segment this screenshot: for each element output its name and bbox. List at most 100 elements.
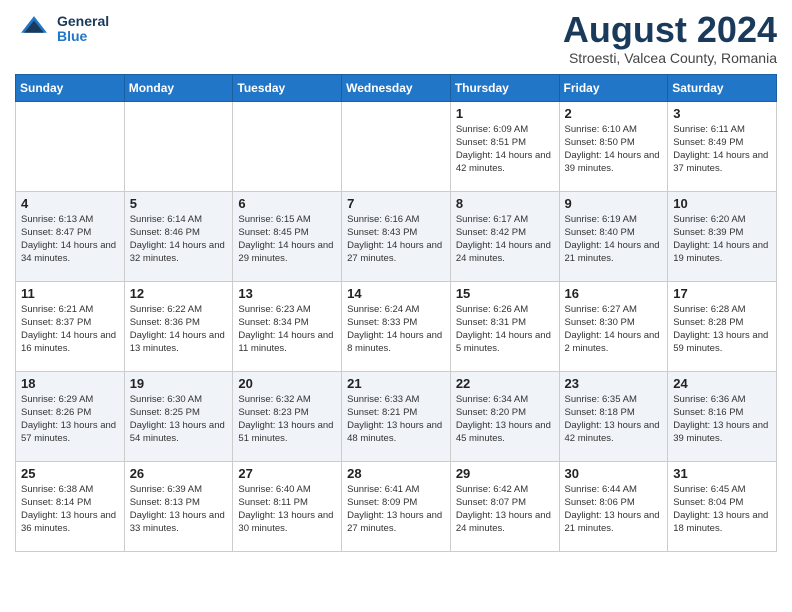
calendar-day-cell: 11Sunrise: 6:21 AM Sunset: 8:37 PM Dayli…	[16, 281, 125, 371]
calendar-day-cell: 27 Sunrise: 6:40 AM Sunset: 8:11 PM Dayli…	[233, 461, 342, 551]
day-info: Sunrise: 6:20 AM Sunset: 8:39 PM Dayligh…	[673, 213, 771, 266]
calendar-day-cell: 13 Sunrise: 6:23 AM Sunset: 8:34 PM Dayli…	[233, 281, 342, 371]
calendar-day-cell	[16, 101, 125, 191]
calendar-day-cell: 7 Sunrise: 6:16 AM Sunset: 8:43 PM Daylig…	[342, 191, 451, 281]
day-number: 5	[130, 196, 228, 211]
day-number: 28	[347, 466, 445, 481]
title-block: August 2024 Stroesti, Valcea County, Rom…	[563, 10, 777, 66]
day-number: 19	[130, 376, 228, 391]
day-number: 20	[238, 376, 336, 391]
logo-blue-text: Blue	[57, 29, 109, 44]
day-info: Sunrise: 6:45 AM Sunset: 8:04 PM Dayligh…	[673, 483, 771, 536]
calendar-table: SundayMondayTuesdayWednesdayThursdayFrid…	[15, 74, 777, 552]
day-info: Sunrise: 6:33 AM Sunset: 8:21 PM Dayligh…	[347, 393, 445, 446]
day-info: Sunrise: 6:27 AM Sunset: 8:30 PM Dayligh…	[565, 303, 663, 356]
calendar-day-cell: 22 Sunrise: 6:34 AM Sunset: 8:20 PM Dayli…	[450, 371, 559, 461]
day-number: 26	[130, 466, 228, 481]
day-number: 3	[673, 106, 771, 121]
day-number: 13	[238, 286, 336, 301]
day-info: Sunrise: 6:17 AM Sunset: 8:42 PM Dayligh…	[456, 213, 554, 266]
day-number: 31	[673, 466, 771, 481]
calendar-day-cell: 24 Sunrise: 6:36 AM Sunset: 8:16 PM Dayli…	[668, 371, 777, 461]
day-number: 18	[21, 376, 119, 391]
calendar-header: SundayMondayTuesdayWednesdayThursdayFrid…	[16, 74, 777, 101]
day-info: Sunrise: 6:40 AM Sunset: 8:11 PM Dayligh…	[238, 483, 336, 536]
weekday-header-tuesday: Tuesday	[233, 74, 342, 101]
day-number: 27	[238, 466, 336, 481]
day-number: 6	[238, 196, 336, 211]
day-info: Sunrise: 6:10 AM Sunset: 8:50 PM Dayligh…	[565, 123, 663, 176]
day-info: Sunrise: 6:24 AM Sunset: 8:33 PM Dayligh…	[347, 303, 445, 356]
day-number: 16	[565, 286, 663, 301]
calendar-day-cell	[342, 101, 451, 191]
day-number: 29	[456, 466, 554, 481]
month-year-title: August 2024	[563, 10, 777, 50]
calendar-day-cell: 25 Sunrise: 6:38 AM Sunset: 8:14 PM Dayli…	[16, 461, 125, 551]
day-number: 10	[673, 196, 771, 211]
day-info: Sunrise: 6:36 AM Sunset: 8:16 PM Dayligh…	[673, 393, 771, 446]
calendar-day-cell: 17 Sunrise: 6:28 AM Sunset: 8:28 PM Dayli…	[668, 281, 777, 371]
day-number: 7	[347, 196, 445, 211]
calendar-day-cell: 15Sunrise: 6:26 AM Sunset: 8:31 PM Dayli…	[450, 281, 559, 371]
day-number: 14	[347, 286, 445, 301]
calendar-day-cell: 9 Sunrise: 6:19 AM Sunset: 8:40 PM Daylig…	[559, 191, 668, 281]
calendar-day-cell: 30Sunrise: 6:44 AM Sunset: 8:06 PM Dayli…	[559, 461, 668, 551]
calendar-day-cell	[233, 101, 342, 191]
day-number: 8	[456, 196, 554, 211]
day-info: Sunrise: 6:35 AM Sunset: 8:18 PM Dayligh…	[565, 393, 663, 446]
calendar-day-cell: 19 Sunrise: 6:30 AM Sunset: 8:25 PM Dayli…	[124, 371, 233, 461]
day-info: Sunrise: 6:28 AM Sunset: 8:28 PM Dayligh…	[673, 303, 771, 356]
page-header: General Blue August 2024 Stroesti, Valce…	[15, 10, 777, 66]
day-number: 25	[21, 466, 119, 481]
day-info: Sunrise: 6:42 AM Sunset: 8:07 PM Dayligh…	[456, 483, 554, 536]
logo-icon	[15, 10, 53, 48]
calendar-day-cell: 6 Sunrise: 6:15 AM Sunset: 8:45 PM Daylig…	[233, 191, 342, 281]
day-number: 17	[673, 286, 771, 301]
weekday-header-wednesday: Wednesday	[342, 74, 451, 101]
day-info: Sunrise: 6:41 AM Sunset: 8:09 PM Dayligh…	[347, 483, 445, 536]
calendar-day-cell: 26Sunrise: 6:39 AM Sunset: 8:13 PM Dayli…	[124, 461, 233, 551]
calendar-day-cell: 10 Sunrise: 6:20 AM Sunset: 8:39 PM Dayli…	[668, 191, 777, 281]
day-info: Sunrise: 6:29 AM Sunset: 8:26 PM Dayligh…	[21, 393, 119, 446]
day-info: Sunrise: 6:16 AM Sunset: 8:43 PM Dayligh…	[347, 213, 445, 266]
weekday-header-friday: Friday	[559, 74, 668, 101]
calendar-day-cell: 31 Sunrise: 6:45 AM Sunset: 8:04 PM Dayli…	[668, 461, 777, 551]
weekday-header-monday: Monday	[124, 74, 233, 101]
day-info: Sunrise: 6:34 AM Sunset: 8:20 PM Dayligh…	[456, 393, 554, 446]
calendar-day-cell: 29 Sunrise: 6:42 AM Sunset: 8:07 PM Dayli…	[450, 461, 559, 551]
logo: General Blue	[15, 10, 109, 48]
day-number: 15	[456, 286, 554, 301]
calendar-day-cell: 3Sunrise: 6:11 AM Sunset: 8:49 PM Daylig…	[668, 101, 777, 191]
calendar-day-cell: 18 Sunrise: 6:29 AM Sunset: 8:26 PM Dayli…	[16, 371, 125, 461]
day-number: 4	[21, 196, 119, 211]
calendar-day-cell: 14 Sunrise: 6:24 AM Sunset: 8:33 PM Dayli…	[342, 281, 451, 371]
calendar-week-row: 4 Sunrise: 6:13 AM Sunset: 8:47 PM Daylig…	[16, 191, 777, 281]
day-number: 22	[456, 376, 554, 391]
day-info: Sunrise: 6:13 AM Sunset: 8:47 PM Dayligh…	[21, 213, 119, 266]
calendar-day-cell: 20Sunrise: 6:32 AM Sunset: 8:23 PM Dayli…	[233, 371, 342, 461]
day-number: 23	[565, 376, 663, 391]
calendar-week-row: 11Sunrise: 6:21 AM Sunset: 8:37 PM Dayli…	[16, 281, 777, 371]
day-info: Sunrise: 6:38 AM Sunset: 8:14 PM Dayligh…	[21, 483, 119, 536]
calendar-week-row: 1Sunrise: 6:09 AM Sunset: 8:51 PM Daylig…	[16, 101, 777, 191]
day-number: 12	[130, 286, 228, 301]
day-info: Sunrise: 6:15 AM Sunset: 8:45 PM Dayligh…	[238, 213, 336, 266]
calendar-week-row: 18 Sunrise: 6:29 AM Sunset: 8:26 PM Dayli…	[16, 371, 777, 461]
day-info: Sunrise: 6:19 AM Sunset: 8:40 PM Dayligh…	[565, 213, 663, 266]
weekday-header-sunday: Sunday	[16, 74, 125, 101]
calendar-week-row: 25 Sunrise: 6:38 AM Sunset: 8:14 PM Dayli…	[16, 461, 777, 551]
calendar-day-cell: 16 Sunrise: 6:27 AM Sunset: 8:30 PM Dayli…	[559, 281, 668, 371]
calendar-day-cell: 1Sunrise: 6:09 AM Sunset: 8:51 PM Daylig…	[450, 101, 559, 191]
calendar-day-cell: 21Sunrise: 6:33 AM Sunset: 8:21 PM Dayli…	[342, 371, 451, 461]
calendar-day-cell: 23 Sunrise: 6:35 AM Sunset: 8:18 PM Dayli…	[559, 371, 668, 461]
day-info: Sunrise: 6:21 AM Sunset: 8:37 PM Dayligh…	[21, 303, 119, 356]
weekday-header-saturday: Saturday	[668, 74, 777, 101]
day-number: 24	[673, 376, 771, 391]
calendar-day-cell: 4 Sunrise: 6:13 AM Sunset: 8:47 PM Daylig…	[16, 191, 125, 281]
day-number: 1	[456, 106, 554, 121]
location-subtitle: Stroesti, Valcea County, Romania	[563, 50, 777, 66]
day-info: Sunrise: 6:44 AM Sunset: 8:06 PM Dayligh…	[565, 483, 663, 536]
day-info: Sunrise: 6:30 AM Sunset: 8:25 PM Dayligh…	[130, 393, 228, 446]
day-info: Sunrise: 6:23 AM Sunset: 8:34 PM Dayligh…	[238, 303, 336, 356]
day-number: 9	[565, 196, 663, 211]
